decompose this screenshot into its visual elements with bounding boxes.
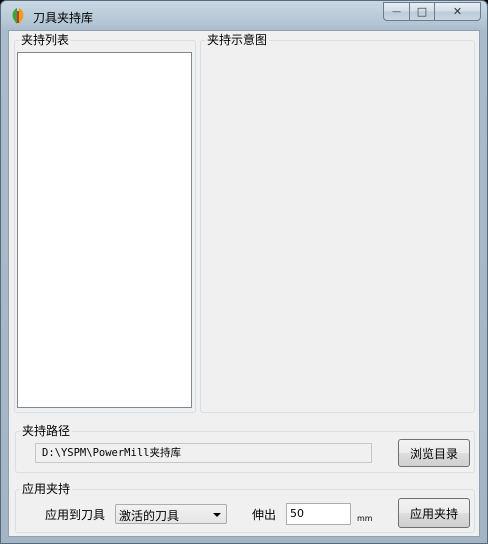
extend-length-input[interactable]: 50 bbox=[286, 503, 351, 525]
app-window: 刀具夹持库 — □ ✕ 夹持列表 夹持示意图 夹持路径 D:\YSPM\Powe… bbox=[0, 0, 488, 544]
fixture-preview-group: 夹持示意图 bbox=[200, 33, 475, 413]
browse-directory-label: 浏览目录 bbox=[409, 446, 458, 461]
minimize-icon: — bbox=[392, 6, 401, 17]
apply-fixture-title: 应用夹持 bbox=[20, 482, 73, 496]
chevron-down-icon bbox=[213, 513, 221, 517]
apply-fixture-label: 应用夹持 bbox=[409, 506, 458, 521]
fixture-list-title: 夹持列表 bbox=[19, 33, 72, 47]
apply-to-tool-selected: 激活的刀具 bbox=[119, 509, 180, 523]
close-button[interactable]: ✕ bbox=[434, 2, 481, 21]
apply-to-tool-dropdown[interactable]: 激活的刀具 bbox=[115, 504, 227, 524]
fixture-preview-canvas bbox=[202, 49, 473, 411]
apply-fixture-button[interactable]: 应用夹持 bbox=[398, 498, 470, 528]
fixture-path-title: 夹持路径 bbox=[20, 424, 73, 438]
fixture-preview-title: 夹持示意图 bbox=[205, 33, 270, 47]
minimize-button[interactable]: — bbox=[383, 2, 410, 21]
close-icon: ✕ bbox=[452, 5, 463, 18]
caption-buttons: — □ ✕ bbox=[383, 2, 481, 22]
fixture-listbox[interactable] bbox=[17, 52, 192, 408]
browse-directory-button[interactable]: 浏览目录 bbox=[398, 439, 470, 467]
fixture-list-group: 夹持列表 bbox=[14, 33, 196, 413]
client-area: 夹持列表 夹持示意图 夹持路径 D:\YSPM\PowerMill夹持库 浏览目… bbox=[8, 30, 480, 537]
maximize-button[interactable]: □ bbox=[409, 2, 435, 21]
app-logo-icon bbox=[12, 8, 24, 24]
title-bar[interactable]: 刀具夹持库 — □ ✕ bbox=[1, 1, 487, 31]
extend-unit-label: mm bbox=[357, 514, 373, 523]
extend-label: 伸出 bbox=[252, 508, 277, 522]
fixture-path-field[interactable]: D:\YSPM\PowerMill夹持库 bbox=[35, 443, 372, 463]
maximize-icon: □ bbox=[416, 5, 428, 18]
apply-to-tool-label: 应用到刀具 bbox=[45, 508, 106, 522]
window-title: 刀具夹持库 bbox=[33, 11, 94, 25]
